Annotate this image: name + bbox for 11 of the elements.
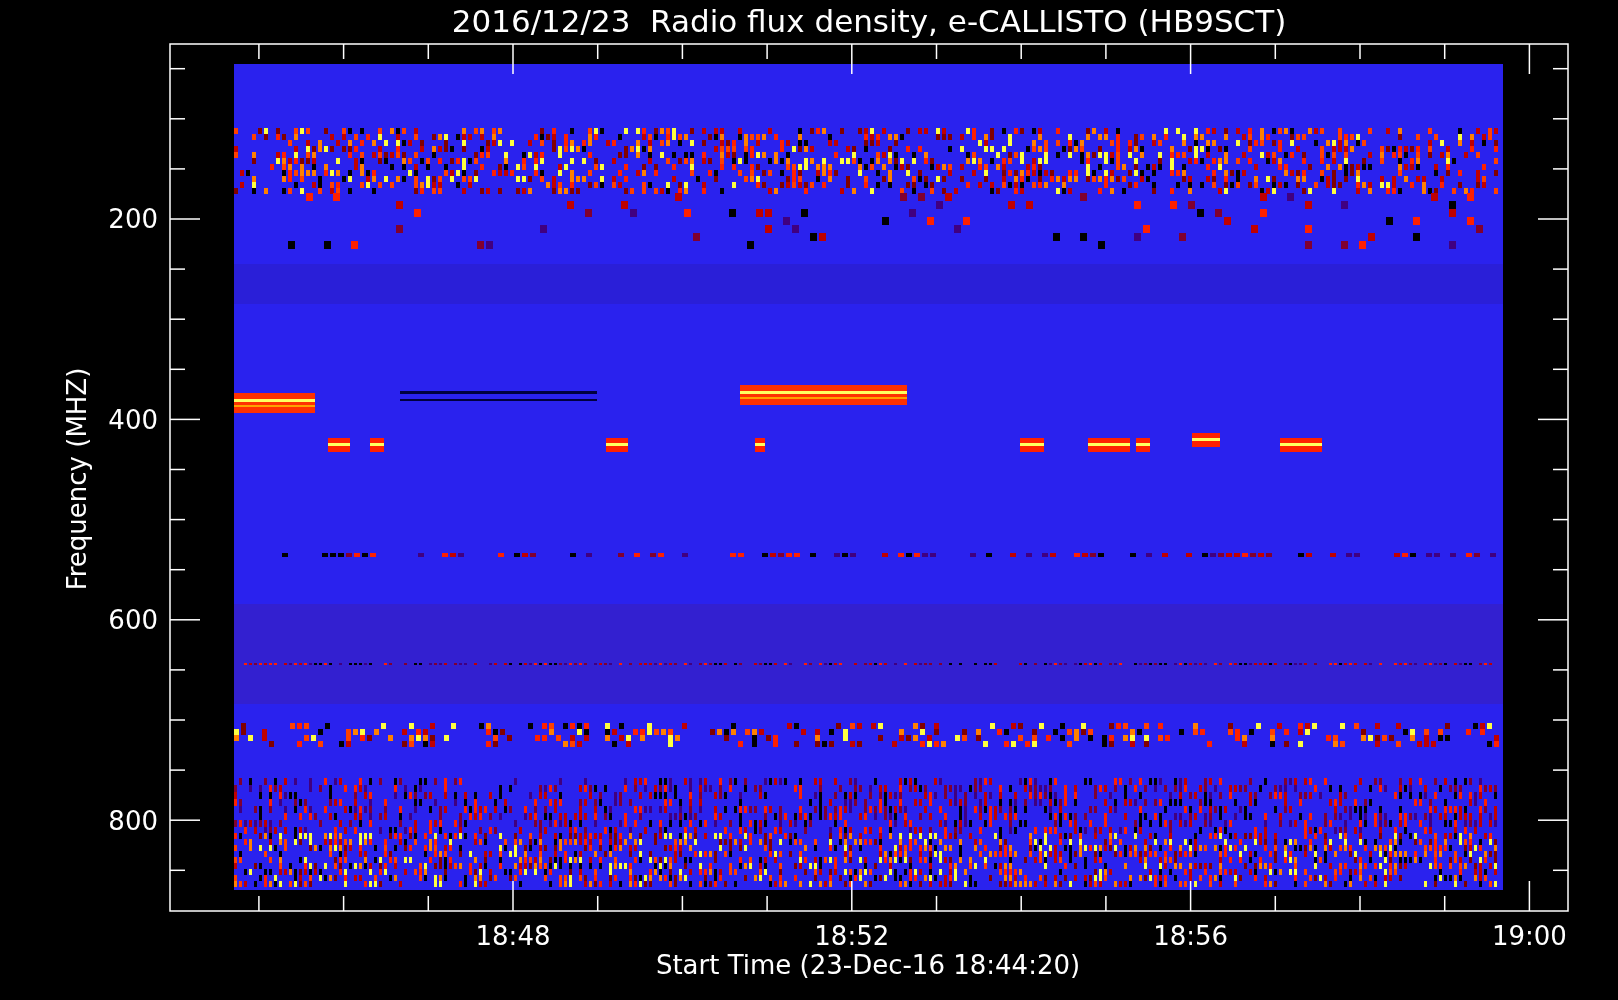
x-tick-label: 18:48	[474, 923, 552, 949]
x-axis-title: Start Time (23-Dec-16 18:44:20)	[654, 952, 1082, 978]
x-tick-label: 18:56	[1152, 923, 1230, 949]
chart-title: 2016/12/23 Radio flux density, e-CALLISTO (HB9SCT)	[451, 6, 1287, 37]
y-tick-label: 200	[108, 206, 158, 232]
x-tick-label: 18:52	[813, 923, 891, 949]
y-tick-label: 600	[108, 607, 158, 633]
y-tick-label: 400	[108, 406, 158, 433]
y-axis-title: Frequency (MHZ)	[64, 366, 90, 593]
x-tick-label: 19:00	[1490, 923, 1568, 949]
y-tick-label: 800	[108, 807, 158, 834]
